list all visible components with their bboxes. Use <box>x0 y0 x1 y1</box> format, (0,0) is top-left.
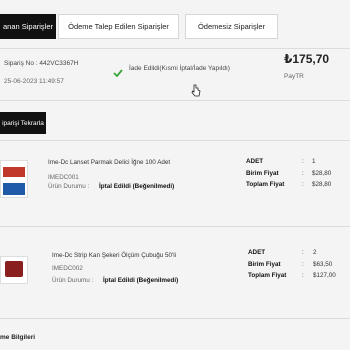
product-status-label: Ürün Durumu : <box>48 183 90 190</box>
unit-price-label: Birim Fiyat <box>246 170 279 177</box>
tab-unpaid-orders[interactable]: Ödemesiz Siparişler <box>185 14 278 39</box>
colon: : <box>302 170 304 177</box>
colon: : <box>302 181 304 188</box>
check-icon <box>113 64 123 82</box>
reorder-button[interactable]: iparişi Tekrarla <box>0 112 46 134</box>
colon: : <box>302 158 304 165</box>
total-price-label: Toplam Fiyat <box>246 181 285 188</box>
divider <box>0 100 350 101</box>
total-price-value: $127,00 <box>313 272 336 279</box>
section-title: me Bilgileri <box>0 334 36 341</box>
product-image-strip[interactable] <box>0 256 28 284</box>
product-image-lancet[interactable] <box>0 160 28 198</box>
colon: : <box>302 272 304 279</box>
product-status-label: Ürün Durumu : <box>52 277 94 284</box>
order-number: Sipariş No : 442VC3367H <box>4 60 79 67</box>
unit-price-label: Birim Fiyat <box>248 261 281 268</box>
divider <box>0 318 350 319</box>
divider <box>0 140 350 141</box>
divider <box>0 226 350 227</box>
product-code: IMEDC001 <box>48 174 79 181</box>
product-name[interactable]: Ime-Dc Strip Kan Şekeri Ölçüm Çubuğu 50'… <box>52 252 176 259</box>
tab-completed-orders[interactable]: anan Siparişler <box>0 14 56 39</box>
product-status-value: İptal Edildi (Beğenilmedi) <box>103 277 179 284</box>
product-code: IMEDC002 <box>52 265 83 272</box>
unit-price-value: $28,80 <box>312 170 332 177</box>
colon: : <box>302 249 304 256</box>
product-name[interactable]: Ime-Dc Lanset Parmak Delici İğne 100 Ade… <box>48 159 170 166</box>
colon: : <box>302 261 304 268</box>
total-price-value: $28,80 <box>312 181 332 188</box>
qty-value: 1 <box>312 158 316 165</box>
divider <box>0 48 350 49</box>
product-status-value: İptal Edildi (Beğenilmedi) <box>99 183 175 190</box>
qty-value: 2 <box>313 249 317 256</box>
payment-method: PayTR <box>284 73 304 80</box>
total-price-label: Toplam Fiyat <box>248 272 287 279</box>
tab-payment-requested-orders[interactable]: Ödeme Talep Edilen Siparişler <box>58 14 179 39</box>
qty-label: ADET <box>246 158 264 165</box>
qty-label: ADET <box>248 249 266 256</box>
unit-price-value: $63,50 <box>313 261 333 268</box>
order-total: ₺175,70 <box>284 52 330 66</box>
order-date: 25-06-2023 11:49:57 <box>4 78 64 85</box>
order-status: İade Edildi(Kısmi İptal/İade Yapıldı) <box>129 65 230 72</box>
